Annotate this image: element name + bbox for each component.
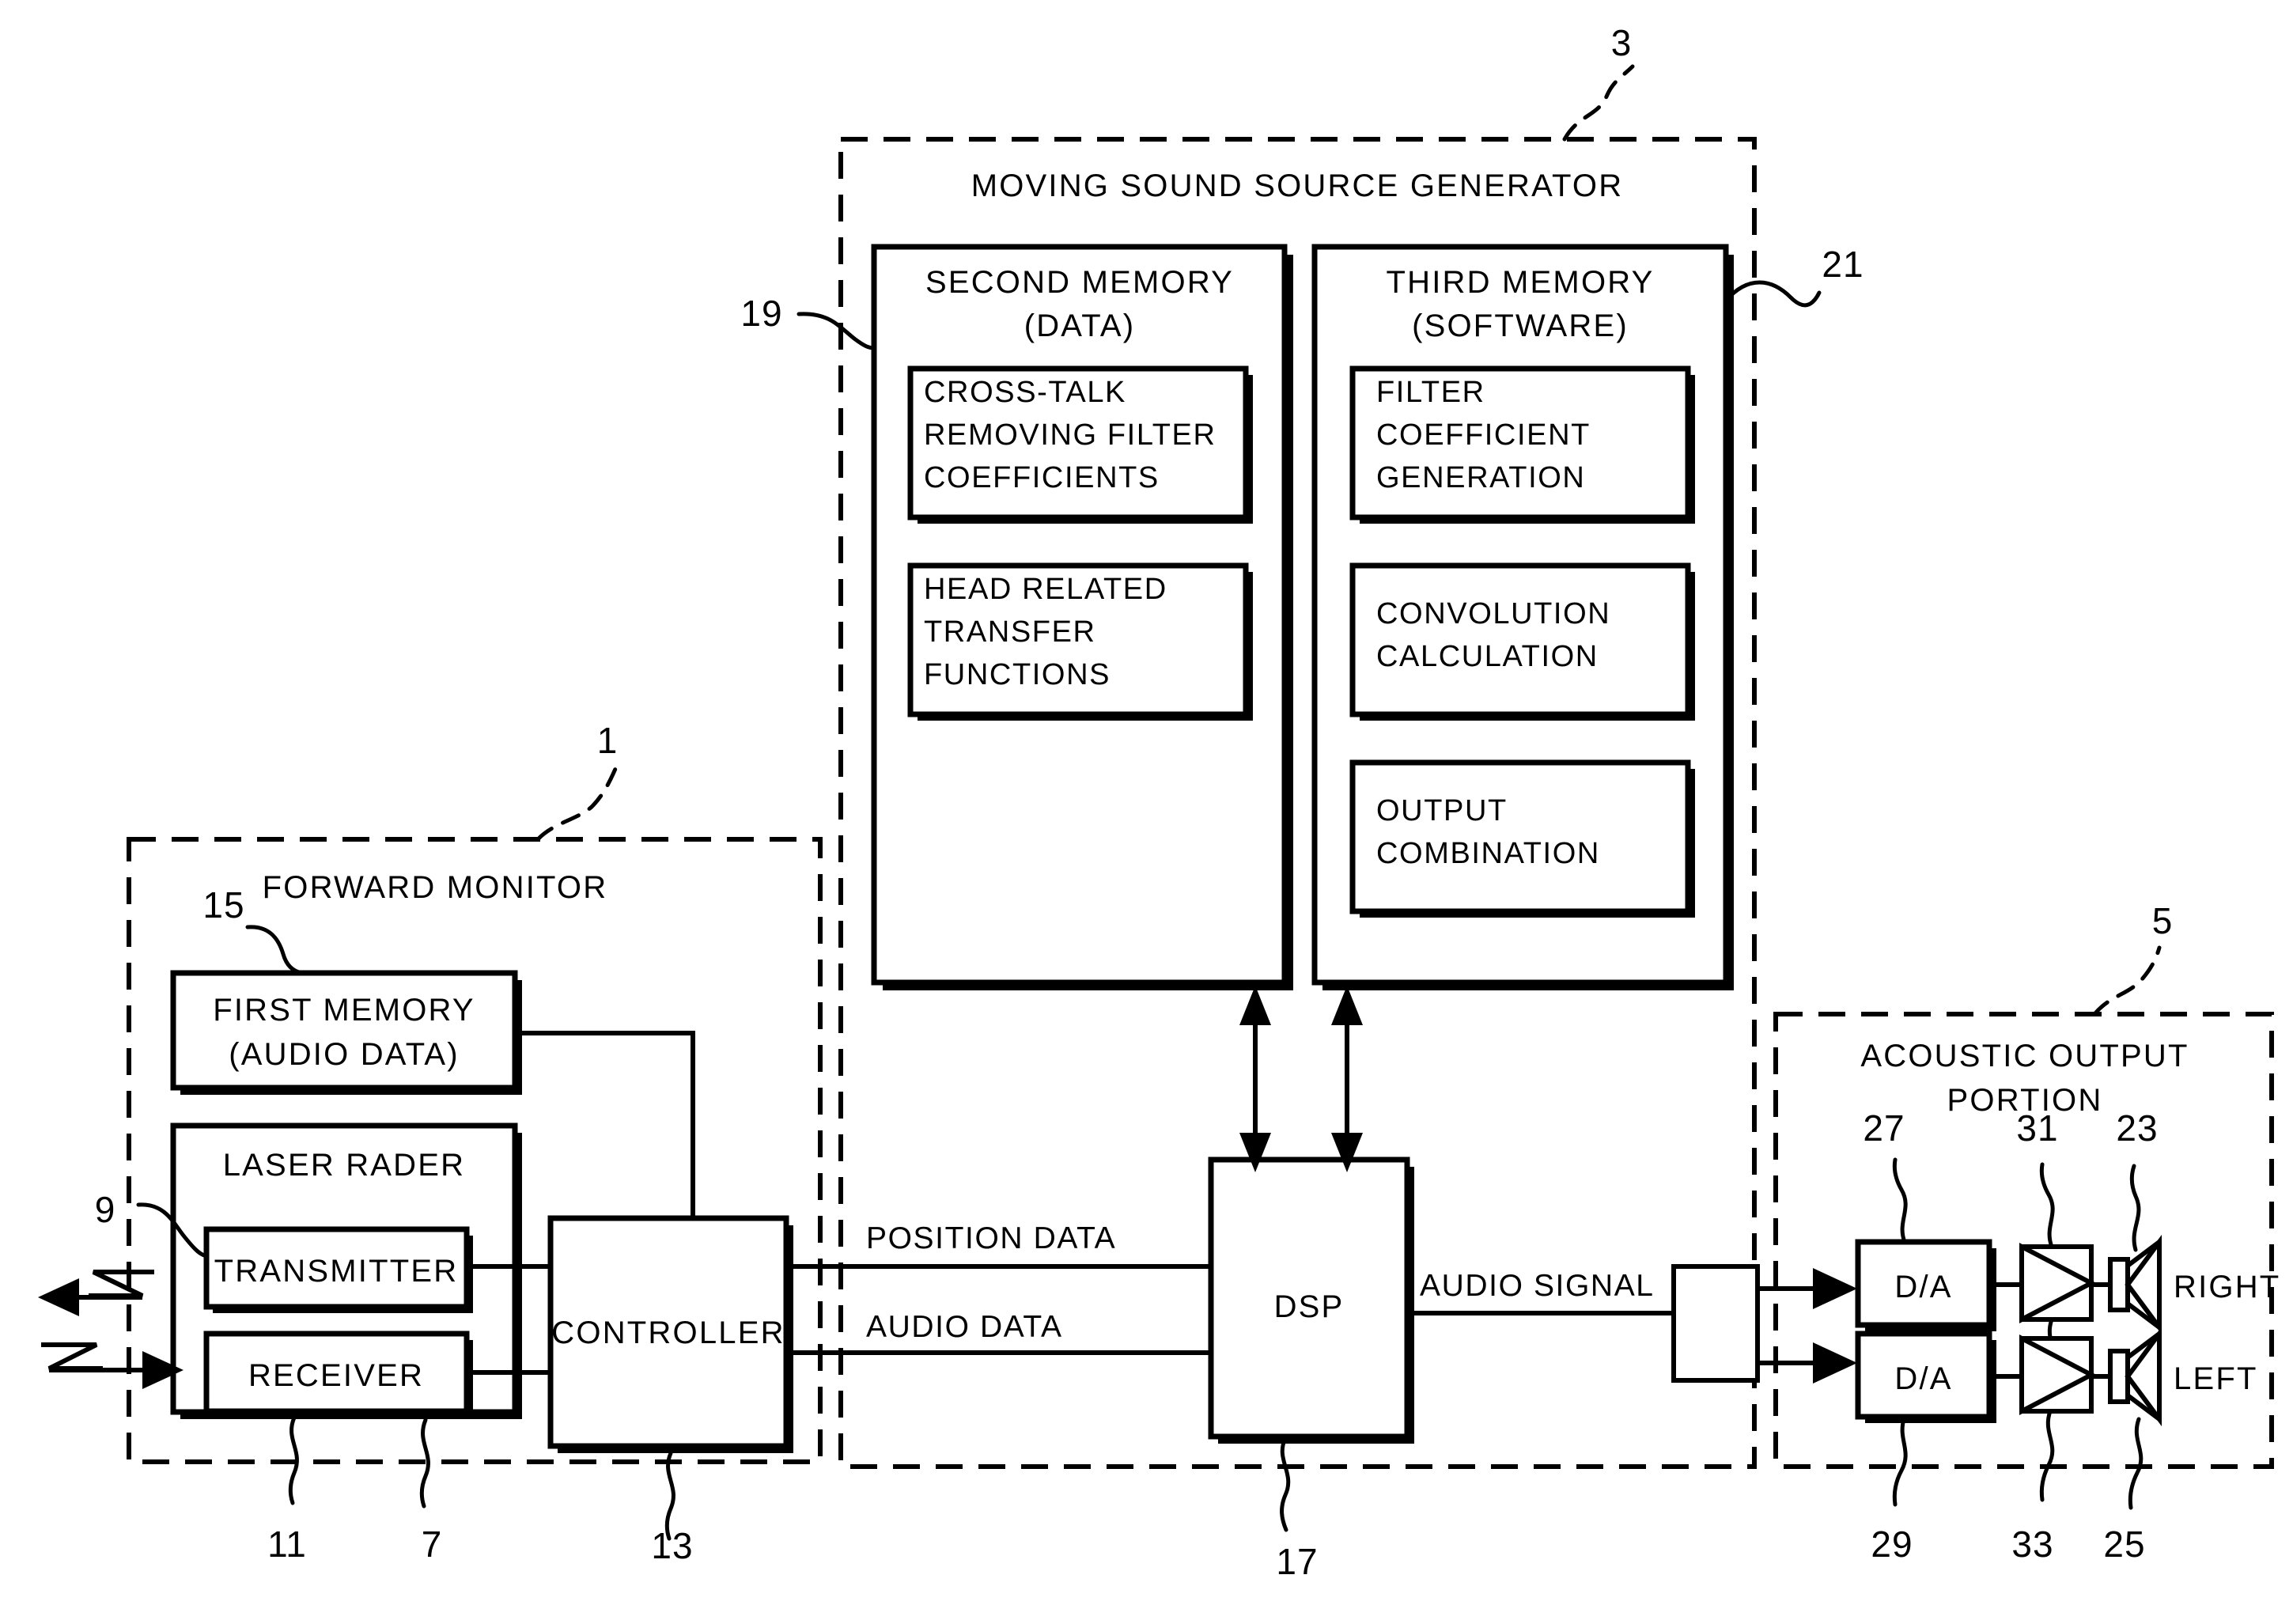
ref-33-leader — [2039, 1409, 2055, 1502]
arrow-left-dac — [1813, 1342, 1857, 1384]
ref-15-label: 15 — [202, 884, 244, 926]
receiver-label: RECEIVER — [248, 1358, 424, 1393]
patent-figure-page: 3 MOVING SOUND SOURCE GENERATOR SECOND M… — [0, 0, 2293, 1624]
audio-data-label: AUDIO DATA — [866, 1310, 1063, 1344]
position-data-label: POSITION DATA — [866, 1221, 1116, 1255]
right-channel-label: RIGHT — [2174, 1270, 2280, 1304]
ref-25-label: 25 — [2103, 1524, 2145, 1565]
ref-15-leader — [245, 925, 305, 975]
ref-31-leader — [2039, 1162, 2055, 1249]
ref-1-label: 1 — [597, 720, 619, 761]
ref-27-label: 27 — [1863, 1107, 1905, 1149]
acoustic-output-line1: ACOUSTIC OUTPUT — [1860, 1039, 2189, 1073]
ref-29-leader — [1892, 1414, 1908, 1507]
ref-21-label: 21 — [1822, 244, 1864, 285]
ref-13-label: 13 — [651, 1525, 693, 1566]
ref-21-leader — [1724, 280, 1822, 308]
arrow-right-dac — [1813, 1268, 1857, 1309]
ref-23-leader — [2129, 1164, 2141, 1252]
second-memory-title-line1: SECOND MEMORY — [925, 265, 1234, 300]
third-memory-title-line1: THIRD MEMORY — [1387, 265, 1655, 300]
first-memory-line1: FIRST MEMORY — [213, 993, 475, 1028]
right-amplifier-icon — [2019, 1243, 2097, 1323]
controller-label: CONTROLLER — [551, 1315, 785, 1350]
hrtf-line-1: HEAD RELATED — [924, 573, 1167, 606]
cross-talk-line-2: REMOVING FILTER — [924, 418, 1217, 452]
ref-19-label: 19 — [740, 293, 782, 334]
ref-3-leader — [1562, 64, 1635, 142]
ref-25-leader — [2128, 1417, 2144, 1510]
ref-17-label: 17 — [1276, 1541, 1318, 1582]
ref-17-leader — [1280, 1436, 1291, 1532]
cross-talk-line-1: CROSS-TALK — [924, 376, 1126, 409]
filter-coeff-line-1: FILTER — [1376, 376, 1485, 409]
hrtf-line-2: TRANSFER — [924, 615, 1096, 649]
right-speaker-icon — [2108, 1234, 2162, 1335]
laser-receive-beam-icon — [41, 1342, 184, 1389]
ref-31-label: 31 — [2016, 1107, 2058, 1149]
dsp-second-memory-bus — [1239, 986, 1271, 1172]
laser-radar-title: LASER RADER — [223, 1148, 466, 1183]
ref-1-leader — [535, 767, 618, 842]
ref-19-leader — [796, 312, 876, 350]
ref-33-label: 33 — [2011, 1524, 2053, 1565]
convolution-line-1: CONVOLUTION — [1376, 597, 1610, 630]
block-diagram-canvas: 3 MOVING SOUND SOURCE GENERATOR SECOND M… — [38, 22, 2280, 1582]
output-combination-line-1: OUTPUT — [1376, 794, 1508, 827]
forward-monitor-title: FORWARD MONITOR — [263, 870, 608, 905]
ref-27-leader — [1892, 1157, 1908, 1244]
convolution-line-2: CALCULATION — [1376, 640, 1599, 673]
dsp-label: DSP — [1274, 1289, 1345, 1324]
laser-transmit-beam-icon — [38, 1270, 154, 1316]
left-channel-label: LEFT — [2174, 1361, 2258, 1396]
ref-9-label: 9 — [95, 1189, 116, 1230]
ref-29-label: 29 — [1871, 1524, 1913, 1565]
output-combination-line-2: COMBINATION — [1376, 837, 1600, 870]
first-memory-line2: (AUDIO DATA) — [229, 1037, 460, 1072]
dsp-third-memory-bus — [1331, 986, 1363, 1172]
filter-coeff-line-2: COEFFICIENT — [1376, 418, 1591, 452]
audio-signal-label: AUDIO SIGNAL — [1420, 1269, 1655, 1303]
ref-11-label: 11 — [267, 1524, 307, 1565]
moving-sound-source-generator-title: MOVING SOUND SOURCE GENERATOR — [971, 168, 1624, 203]
left-speaker-icon — [2108, 1326, 2162, 1427]
left-amplifier-icon — [2019, 1334, 2097, 1415]
hrtf-line-3: FUNCTIONS — [924, 658, 1111, 691]
ref-3-label: 3 — [1611, 22, 1633, 63]
ref-5-label: 5 — [2152, 900, 2174, 941]
ref-5-leader — [2092, 945, 2162, 1016]
transmitter-label: TRANSMITTER — [214, 1254, 459, 1289]
wire-first-memory-to-controller — [515, 1031, 695, 1218]
ref-23-label: 23 — [2116, 1107, 2158, 1149]
right-dac-label: D/A — [1894, 1270, 1952, 1304]
second-memory-title-line2: (DATA) — [1024, 309, 1136, 343]
left-dac-label: D/A — [1894, 1361, 1952, 1396]
cross-talk-line-3: COEFFICIENTS — [924, 461, 1160, 494]
audio-signal-splitter-box — [1671, 1264, 1760, 1383]
filter-coeff-line-3: GENERATION — [1376, 461, 1585, 494]
third-memory-title-line2: (SOFTWARE) — [1412, 309, 1629, 343]
ref-7-label: 7 — [422, 1524, 443, 1565]
